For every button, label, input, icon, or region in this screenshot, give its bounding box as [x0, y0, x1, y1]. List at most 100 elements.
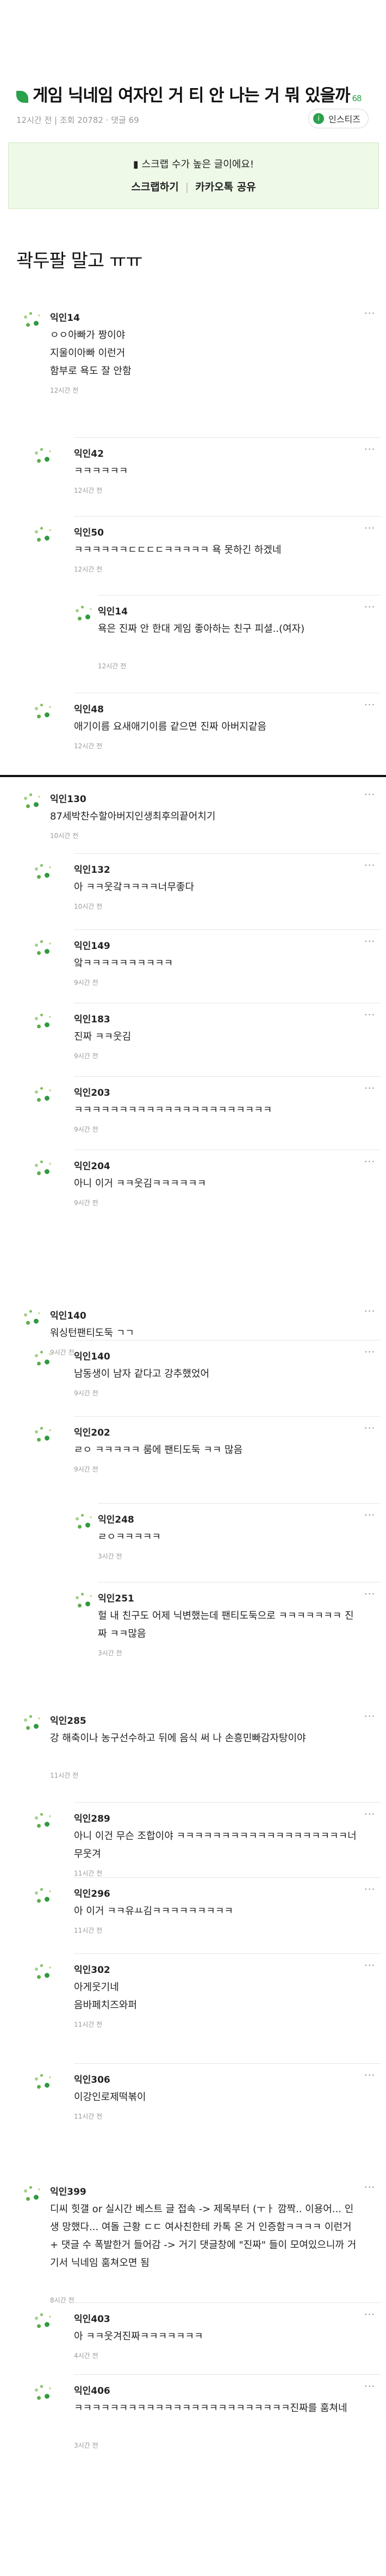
avatar-dot: [76, 1596, 79, 1599]
avatar-dot: [45, 2322, 49, 2327]
comment-author[interactable]: 익인48: [74, 702, 104, 715]
more-options-icon[interactable]: ···: [364, 860, 375, 871]
comment-author[interactable]: 익인14: [50, 310, 80, 324]
comment-author[interactable]: 익인204: [74, 1158, 110, 1172]
comment-author[interactable]: 익인149: [74, 938, 110, 952]
avatar-dot: [81, 606, 84, 609]
scrap-button[interactable]: 스크랩하기: [131, 181, 178, 193]
instiz-logo-icon: i: [313, 113, 325, 124]
section-divider: [0, 775, 386, 777]
comment-author[interactable]: 익인296: [74, 1886, 110, 1900]
comment-text: 강 해축이나 농구선수하고 뒤에 음식 써 나 손흥민빠감자탕이야: [50, 1733, 306, 1744]
comment-author[interactable]: 익인132: [74, 862, 110, 876]
comment-author[interactable]: 익인183: [74, 1011, 110, 1025]
avatar-dot: [40, 1351, 43, 1354]
avatar: [73, 605, 97, 629]
avatar-dot: [45, 2394, 49, 2399]
comment-time: 9시간 전: [74, 1199, 98, 1207]
comment-time: 10시간 전: [74, 903, 103, 910]
comment-author[interactable]: 익인302: [74, 1962, 110, 1976]
more-options-icon[interactable]: ···: [364, 1711, 375, 1722]
more-options-icon[interactable]: ···: [364, 308, 375, 319]
more-options-icon[interactable]: ···: [364, 1588, 375, 1600]
avatar-dot: [26, 1321, 30, 1325]
avatar-dot: [37, 2396, 41, 2400]
comment-author[interactable]: 익인202: [74, 1425, 110, 1438]
comment-author[interactable]: 익인403: [74, 2311, 110, 2325]
more-options-icon[interactable]: ···: [364, 2381, 375, 2392]
avatar-dot: [49, 1016, 51, 1018]
avatar-dot: [35, 2317, 38, 2320]
more-options-icon[interactable]: ···: [364, 936, 375, 947]
comment-author[interactable]: 익인289: [74, 1811, 110, 1824]
comment-text: ㄹㅇㅋㅋㅋㅋㅋ: [98, 1531, 161, 1543]
avatar-dot: [40, 704, 43, 706]
avatar-dot: [35, 1017, 38, 1020]
comment-author[interactable]: 익인399: [50, 2184, 86, 2198]
comment-author[interactable]: 익인285: [50, 1713, 86, 1727]
avatar-dot: [40, 1888, 43, 1891]
more-options-icon[interactable]: ···: [364, 1009, 375, 1021]
comment-text: ㅋㅋㅋㅋㅋㅋ: [74, 465, 128, 477]
avatar-dot: [24, 1718, 27, 1722]
avatar-dot: [76, 1517, 79, 1520]
source-share-button[interactable]: i 인스티즈: [308, 109, 369, 128]
comment-author[interactable]: 익인140: [50, 1308, 86, 1321]
avatar-dot: [49, 1163, 51, 1165]
scrap-notice: ▮ 스크랩 수가 높은 글이에요!: [133, 159, 254, 170]
comment-author[interactable]: 익인42: [74, 446, 104, 460]
avatar-dot: [49, 1353, 51, 1355]
avatar-dot: [35, 1164, 38, 1167]
more-options-icon[interactable]: ···: [364, 1306, 375, 1317]
comment-author[interactable]: 익인406: [74, 2383, 110, 2397]
comment-text: 앜ㅋㅋㅋㅋㅋㅋㅋㅋㅋㅋ: [74, 958, 173, 969]
comment-text: ㅇㅇ아빠가 짱이야 지울이아빠 이런거 함부로 욕도 잘 안함: [50, 330, 132, 377]
more-options-icon[interactable]: ···: [364, 1423, 375, 1434]
avatar-dot: [35, 867, 38, 871]
avatar-dot: [37, 1975, 41, 1979]
more-options-icon[interactable]: ···: [364, 2309, 375, 2320]
avatar-dot: [45, 1973, 49, 1978]
comment-time: 9시간 전: [74, 1466, 98, 1473]
avatar: [22, 2185, 46, 2209]
comment-author[interactable]: 익인248: [98, 1512, 134, 1525]
more-options-icon[interactable]: ···: [364, 1960, 375, 1971]
more-options-icon[interactable]: ···: [364, 601, 375, 613]
more-options-icon[interactable]: ···: [364, 1809, 375, 1820]
comment-divider: [74, 516, 381, 517]
avatar-dot: [40, 448, 43, 451]
comment-author[interactable]: 익인140: [74, 1349, 110, 1362]
more-options-icon[interactable]: ···: [364, 1510, 375, 1521]
comment-text: ㄹㅇ ㅋㅋㅋㅋㅋ 룸에 팬티도둑 ㅋㅋ 많음: [74, 1444, 243, 1456]
comment-author[interactable]: 익인306: [74, 2072, 110, 2085]
avatar-dot: [45, 1096, 49, 1101]
avatar-dot: [40, 864, 43, 867]
comment-divider: [74, 1416, 381, 1417]
more-options-icon[interactable]: ···: [364, 1346, 375, 1358]
comment-author[interactable]: 익인14: [98, 604, 128, 617]
comment-time: 12시간 전: [50, 387, 79, 394]
more-options-icon[interactable]: ···: [364, 699, 375, 711]
more-options-icon[interactable]: ···: [364, 2070, 375, 2081]
more-options-icon[interactable]: ···: [364, 1083, 375, 1094]
avatar-dot: [35, 2077, 38, 2081]
more-options-icon[interactable]: ···: [364, 2182, 375, 2193]
more-options-icon[interactable]: ···: [364, 523, 375, 534]
avatar-dot: [38, 2188, 40, 2190]
more-options-icon[interactable]: ···: [364, 789, 375, 800]
avatar-dot: [49, 1429, 51, 1431]
comment-author[interactable]: 익인203: [74, 1085, 110, 1098]
comment-text: 헐 내 친구도 어제 닉변했는데 팬티도둑으로 ㅋㅋㅋㅋㅋㅋㅋ 진짜 ㅋㅋ많음: [98, 1610, 354, 1640]
kakao-share-button[interactable]: 카카오톡 공유: [195, 181, 256, 193]
more-options-icon[interactable]: ···: [364, 1156, 375, 1168]
avatar: [33, 1086, 57, 1110]
comment-author[interactable]: 익인50: [74, 525, 104, 538]
avatar-dot: [37, 1824, 41, 1828]
avatar-dot: [49, 1966, 51, 1969]
more-options-icon[interactable]: ···: [364, 1884, 375, 1895]
comment-author[interactable]: 익인251: [98, 1591, 134, 1604]
comment-author[interactable]: 익인130: [50, 791, 86, 805]
avatar-dot: [35, 1090, 38, 1094]
comment-count-badge[interactable]: 68: [352, 94, 362, 103]
more-options-icon[interactable]: ···: [364, 444, 375, 455]
